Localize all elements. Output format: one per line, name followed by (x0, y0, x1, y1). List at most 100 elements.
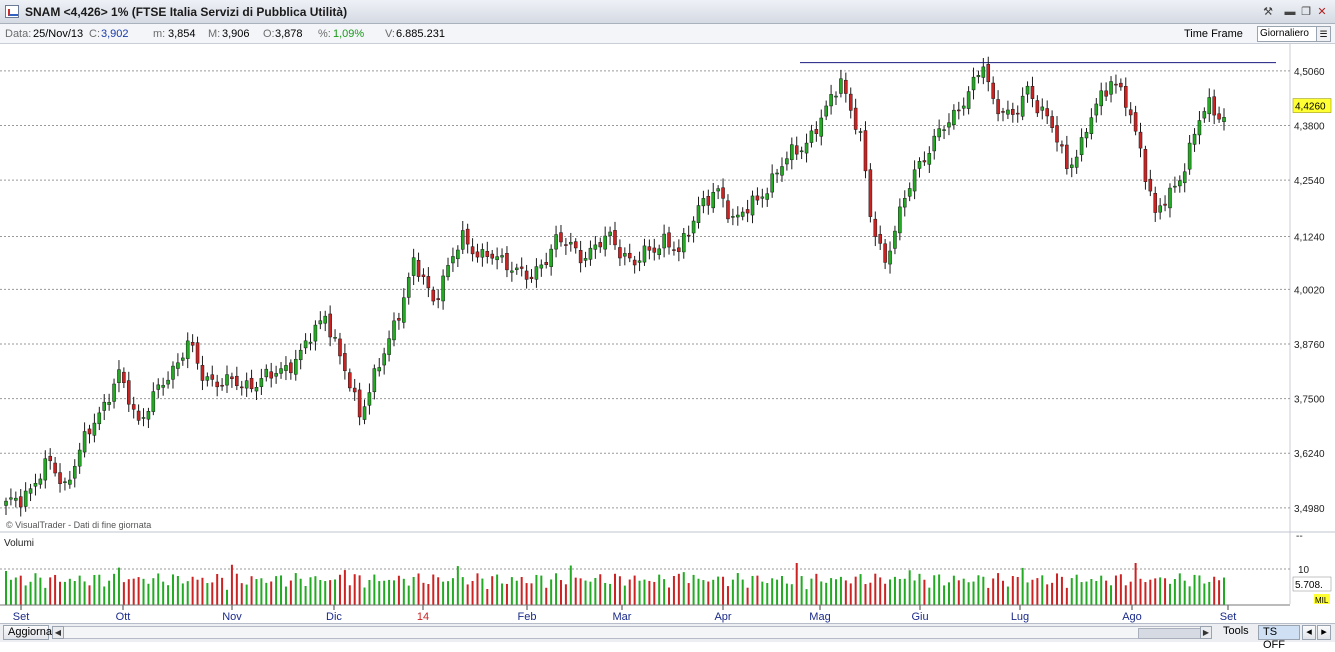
volume-bar (54, 574, 57, 605)
candle-body (691, 220, 696, 234)
candle-body (38, 478, 43, 485)
volume-bar (93, 574, 96, 605)
volume-bar (270, 581, 273, 605)
volume-bar (147, 583, 150, 605)
candle-body (740, 211, 745, 217)
x-tick-label: Lug (1011, 611, 1029, 623)
candle-body (9, 497, 13, 500)
tool-icon[interactable]: ⚒ (1261, 5, 1275, 19)
refresh-button[interactable]: Aggiorna (3, 625, 52, 640)
scroll-right-icon[interactable]: ▶ (1200, 626, 1212, 639)
volume-bar (663, 579, 666, 605)
volume-bar (491, 576, 494, 605)
volume-bar (943, 585, 946, 605)
volume-bar (889, 579, 892, 605)
close-icon[interactable]: ✕ (1315, 5, 1329, 19)
volume-bar (63, 581, 66, 605)
volume-bar (388, 579, 391, 605)
volume-bar (1213, 576, 1216, 605)
candle-body (92, 422, 97, 436)
candle-body (1015, 112, 1020, 115)
candle-body (156, 384, 161, 390)
candle-body (1074, 156, 1079, 168)
candle-body (210, 374, 215, 380)
candle-body (205, 376, 210, 381)
volume-bar (574, 577, 577, 605)
volume-bar (14, 577, 17, 605)
chevron-down-icon[interactable]: ☰ (1316, 27, 1330, 41)
minimize-icon[interactable]: ▬ (1283, 5, 1297, 19)
volume-bar (1139, 578, 1142, 605)
volume-bar (677, 573, 680, 605)
candle-body (539, 264, 544, 269)
candle-body (372, 368, 377, 393)
candle-body (848, 93, 853, 111)
volume-bar (874, 573, 877, 605)
candle-body (382, 353, 386, 366)
timeframe-value: Giornaliero (1260, 28, 1309, 39)
volume-bar (324, 581, 327, 605)
candle-body (1217, 113, 1221, 120)
volume-bar (132, 578, 135, 605)
volume-bar (1134, 563, 1137, 605)
candle-body (510, 270, 514, 273)
volume-bar (481, 578, 484, 605)
watermark: © VisualTrader - Dati di fine giornata (6, 520, 151, 530)
volume-bar (1203, 583, 1206, 605)
close-label: C: (89, 28, 100, 40)
volume-bar (211, 582, 214, 605)
candle-body (1114, 83, 1118, 86)
volume-bar (839, 576, 842, 605)
horizontal-scrollbar[interactable] (52, 626, 1212, 639)
volume-bar (59, 581, 62, 605)
volume-bar (559, 580, 562, 605)
price-chart[interactable]: 4,5060 4,3800 4,2540 4,1240 4,0020 3,8760 3,75… (0, 44, 1335, 623)
candle-body (770, 173, 774, 193)
ts-toggle-button[interactable]: TS OFF (1258, 625, 1300, 651)
volume-bar (918, 573, 921, 605)
volume-bar (476, 573, 479, 605)
candle-body (357, 389, 362, 418)
timeframe-select[interactable]: Giornaliero ☰ (1257, 26, 1331, 42)
volume-bar (221, 577, 224, 605)
volume-bar (1110, 585, 1113, 605)
volume-bar (952, 575, 955, 605)
status-bar: Aggiorna ◀ ▶ Tools TS OFF ◂ ▸ (0, 623, 1335, 651)
candle-body (681, 233, 686, 253)
price-tick-label: 4,5060 (1294, 67, 1325, 78)
volume-bar (275, 576, 278, 605)
chevron-left-icon[interactable]: ◂ (1302, 625, 1316, 640)
restore-icon[interactable]: ❐ (1299, 5, 1313, 19)
volume-bar (392, 580, 395, 605)
volume-bar (309, 577, 312, 605)
volume-bar (1006, 586, 1009, 605)
candle-body (750, 195, 755, 216)
candle-body (451, 256, 455, 264)
volume-bar (599, 574, 602, 605)
volume-bar (790, 584, 793, 605)
volume-bar (216, 573, 219, 605)
volume-bar (776, 579, 779, 605)
candle-body (72, 466, 77, 479)
candle-body (922, 160, 927, 163)
candle-body (441, 275, 445, 302)
x-tick-label: Nov (222, 611, 242, 623)
volume-bar (44, 587, 47, 605)
candle-body (667, 232, 671, 248)
candle-body (4, 500, 8, 506)
volume-bar (34, 573, 37, 605)
candle-body (952, 109, 956, 125)
tools-button[interactable]: Tools (1219, 625, 1257, 640)
candle-body (1006, 109, 1010, 115)
candle-body (1222, 117, 1226, 122)
volume-bar (88, 585, 91, 605)
date-label: Data: (5, 28, 32, 40)
volume-bar (255, 579, 258, 605)
volume-bar (515, 580, 518, 605)
scroll-left-icon[interactable]: ◀ (52, 626, 64, 639)
volume-bar (378, 581, 381, 605)
candle-body (1094, 103, 1099, 116)
volume-unit-label: MIL (1315, 596, 1329, 605)
candle-body (303, 340, 308, 349)
chevron-right-icon[interactable]: ▸ (1317, 625, 1331, 640)
